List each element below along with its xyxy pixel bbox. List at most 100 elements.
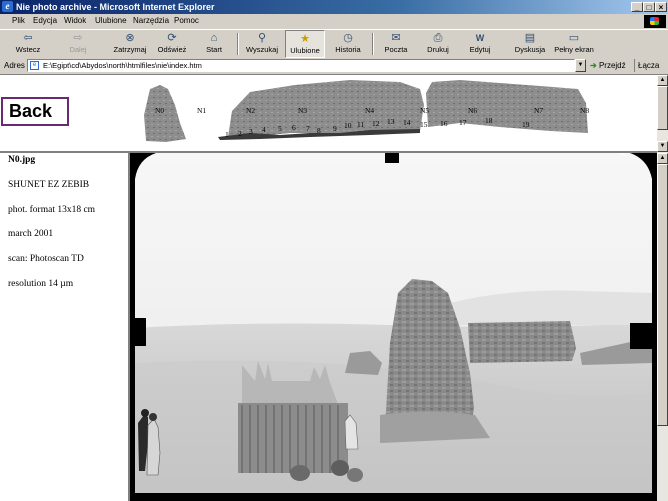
- map-ruin-n2-n5[interactable]: [228, 80, 424, 138]
- map-point-number[interactable]: 9: [333, 124, 337, 133]
- menu-bar: Plik Edycja Widok Ulubione Narzędzia Pom…: [0, 14, 668, 28]
- address-bar: Adres e E:\Egipt\cd\Abydos\north\htmlfil…: [0, 58, 668, 75]
- address-input[interactable]: e E:\Egipt\cd\Abydos\north\htmlfiles\nie…: [27, 59, 575, 72]
- scroll-thumb[interactable]: [657, 86, 668, 130]
- fullscreen-icon: ▭: [568, 32, 580, 44]
- scroll-up-icon[interactable]: ▲: [657, 75, 668, 86]
- map-point-number[interactable]: 8: [317, 126, 321, 135]
- archive-photo: [130, 153, 657, 493]
- fullscreen-button[interactable]: ▭ Pełny ekran: [552, 30, 596, 58]
- ruin-wall: [468, 321, 576, 363]
- menu-help[interactable]: Pomoc: [174, 14, 199, 28]
- close-button[interactable]: ×: [655, 2, 667, 12]
- edit-button[interactable]: W Edytuj: [462, 30, 498, 58]
- mail-icon: ✉: [391, 32, 401, 44]
- search-label: Wyszukaj: [245, 45, 279, 54]
- navigation-frame: Back N0 N1 N2 N3 N4 N5 N6 N7 N8 1 2 3 4 5 6 7 8 9 10 11 12 1…: [0, 75, 657, 153]
- map-point-number[interactable]: 7: [306, 124, 310, 133]
- scroll-up-icon[interactable]: ▲: [657, 153, 668, 164]
- map-point-number[interactable]: 13: [387, 117, 395, 126]
- links-button[interactable]: Łącza: [634, 59, 667, 72]
- map-point-number[interactable]: 10: [344, 121, 352, 130]
- menu-favorites[interactable]: Ulubione: [95, 14, 127, 28]
- map-point-number[interactable]: 17: [459, 118, 467, 127]
- scroll-down-icon[interactable]: ▼: [657, 141, 668, 152]
- home-icon: ⌂: [210, 32, 218, 44]
- menu-file[interactable]: Plik: [12, 14, 25, 28]
- toolbar: ⇦ Wstecz ⇨ Dalej ⊗ Zatrzymaj ⟳ Odśwież ⌂…: [0, 29, 668, 59]
- address-label: Adres: [4, 61, 25, 70]
- go-arrow-icon: ➔: [590, 61, 597, 70]
- favorites-button[interactable]: ★ Ulubione: [285, 30, 325, 58]
- history-icon: ◷: [343, 32, 353, 44]
- map-point-number[interactable]: 11: [357, 120, 364, 129]
- map-point-number[interactable]: 4: [262, 125, 266, 134]
- discuss-button[interactable]: ▤ Dyskusja: [512, 30, 548, 58]
- map-point-number[interactable]: 3: [249, 127, 253, 136]
- top-frame-scrollbar[interactable]: ▲ ▼: [657, 75, 668, 153]
- search-button[interactable]: ⚲ Wyszukaj: [243, 30, 281, 58]
- home-button[interactable]: ⌂ Start: [196, 30, 232, 58]
- address-dropdown-button[interactable]: ▼: [575, 59, 586, 72]
- map-point-number[interactable]: 12: [372, 119, 380, 128]
- back-toolbar-button[interactable]: ⇦ Wstecz: [8, 30, 48, 58]
- map-station-label[interactable]: N3: [298, 106, 307, 115]
- menu-tools[interactable]: Narzędzia: [133, 14, 169, 28]
- map-point-number[interactable]: 19: [522, 120, 530, 129]
- photo-format: phot. format 13x18 cm: [8, 205, 96, 215]
- search-icon: ⚲: [257, 32, 267, 44]
- photo-info-frame: N0.jpg SHUNET EZ ZEBIB phot. format 13x1…: [0, 153, 128, 501]
- map-point-number[interactable]: 18: [485, 116, 493, 125]
- menu-edit[interactable]: Edycja: [33, 14, 57, 28]
- refresh-button[interactable]: ⟳ Odśwież: [154, 30, 190, 58]
- photo-filename: N0.jpg: [8, 155, 36, 165]
- mail-button[interactable]: ✉ Poczta: [378, 30, 414, 58]
- minimize-button[interactable]: _: [631, 2, 643, 12]
- map-ruin-n0[interactable]: [144, 85, 186, 142]
- map-point-number[interactable]: 5: [278, 124, 282, 133]
- maximize-button[interactable]: □: [643, 2, 655, 12]
- map-station-label[interactable]: N2: [246, 106, 255, 115]
- map-point-number[interactable]: 15: [420, 120, 428, 129]
- favorites-icon: ★: [300, 33, 310, 45]
- ie-logo-icon: e: [2, 1, 13, 12]
- stop-label: Zatrzymaj: [113, 45, 147, 54]
- map-station-label[interactable]: N8: [580, 106, 589, 115]
- toolbar-separator: [237, 33, 239, 55]
- map-station-label[interactable]: N5: [420, 106, 429, 115]
- map-point-number[interactable]: 16: [440, 119, 448, 128]
- map-station-label[interactable]: N7: [534, 106, 543, 115]
- photo-date: march 2001: [8, 229, 54, 239]
- forward-toolbar-button[interactable]: ⇨ Dalej: [60, 30, 96, 58]
- map-point-number[interactable]: 2: [238, 129, 242, 138]
- print-button[interactable]: ⎙ Drukuj: [420, 30, 456, 58]
- map-point-number[interactable]: 14: [403, 118, 411, 127]
- photo-frame-scrollbar[interactable]: ▲: [657, 153, 668, 501]
- go-label: Przejdź: [598, 61, 626, 70]
- window-title: Nie photo archive - Microsoft Internet E…: [16, 2, 215, 12]
- discuss-icon: ▤: [524, 32, 536, 44]
- map-station-label[interactable]: N1: [197, 106, 206, 115]
- scan-info: scan: Photoscan TD: [8, 254, 84, 264]
- print-label: Drukuj: [427, 45, 449, 54]
- stop-button[interactable]: ⊗ Zatrzymaj: [110, 30, 150, 58]
- map-point-number[interactable]: 6: [292, 123, 296, 132]
- photo-frame: [130, 153, 657, 501]
- map-station-label[interactable]: N4: [365, 106, 374, 115]
- map-point-number[interactable]: 1: [225, 130, 229, 139]
- stop-icon: ⊗: [125, 32, 135, 44]
- refresh-icon: ⟳: [167, 32, 177, 44]
- scroll-thumb[interactable]: [657, 164, 668, 426]
- menu-view[interactable]: Widok: [64, 14, 86, 28]
- edit-label: Edytuj: [469, 45, 491, 54]
- discuss-label: Dyskusja: [514, 45, 546, 54]
- history-label: Historia: [335, 45, 361, 54]
- map-station-label[interactable]: N6: [468, 106, 477, 115]
- map-station-label[interactable]: N0: [155, 106, 164, 115]
- map-ruin-n5-n8[interactable]: [426, 80, 588, 133]
- go-button[interactable]: ➔ Przejdź: [590, 59, 628, 72]
- back-button[interactable]: Back: [1, 97, 69, 126]
- history-button[interactable]: ◷ Historia: [330, 30, 366, 58]
- edit-icon: W: [475, 33, 485, 43]
- favorites-label: Ulubione: [290, 46, 320, 55]
